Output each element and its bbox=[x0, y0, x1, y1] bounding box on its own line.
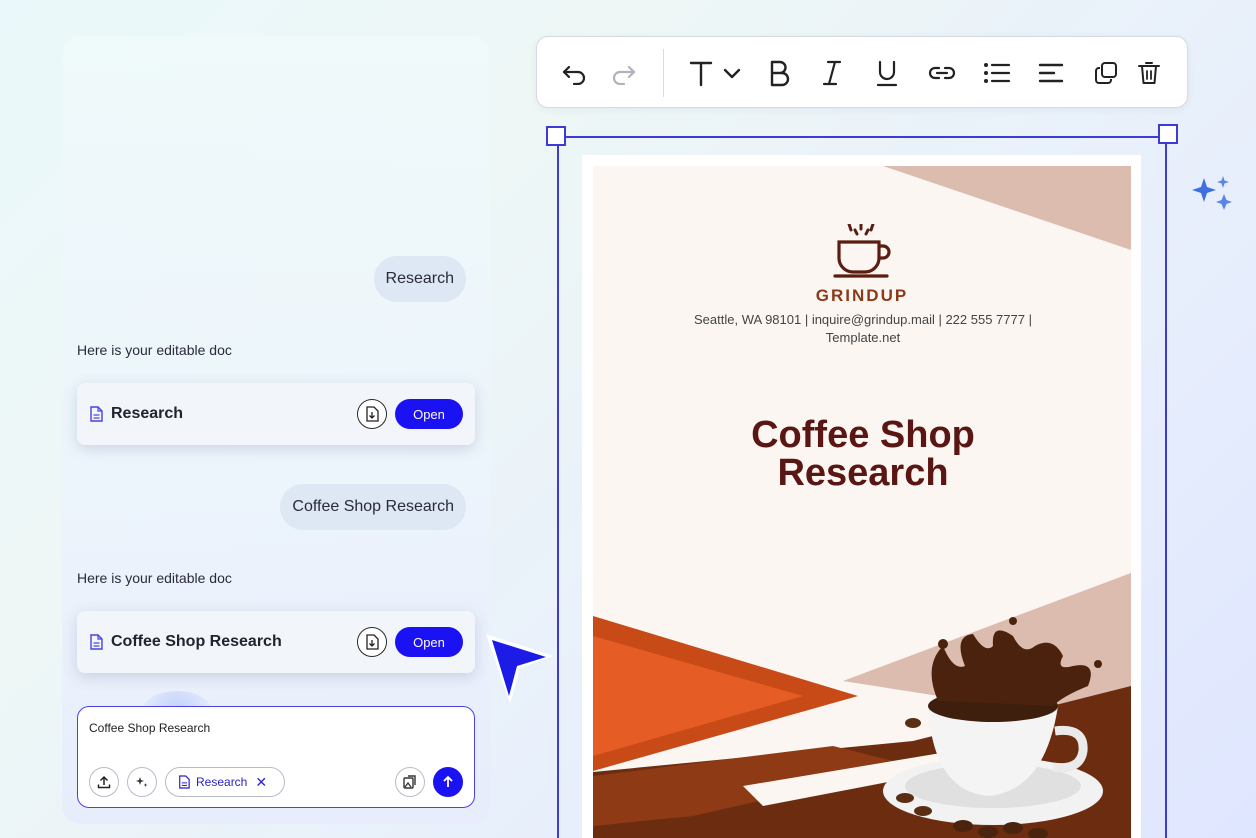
duplicate-icon bbox=[1095, 62, 1117, 84]
open-button[interactable]: Open bbox=[395, 399, 463, 429]
sparkle-icon bbox=[136, 777, 148, 787]
open-button[interactable]: Open bbox=[395, 627, 463, 657]
coffee-cup-logo-icon bbox=[833, 224, 891, 278]
doc-card-title: Research bbox=[111, 405, 184, 422]
title-line-1: Coffee Shop bbox=[751, 414, 975, 456]
bold-icon bbox=[770, 60, 790, 87]
assistant-message: Here is your editable doc bbox=[77, 570, 232, 586]
sparkle-icon bbox=[1190, 176, 1238, 221]
toolbar-divider bbox=[663, 49, 664, 97]
brand-name: GRINDUP bbox=[815, 286, 909, 305]
redo-icon bbox=[612, 65, 636, 85]
user-message-bubble: Coffee Shop Research bbox=[280, 484, 466, 530]
underline-icon bbox=[876, 60, 898, 87]
download-button[interactable] bbox=[357, 627, 387, 657]
contact-info: Seattle, WA 98101 | inquire@grindup.mail… bbox=[653, 311, 1073, 347]
send-button[interactable] bbox=[433, 767, 463, 797]
gallery-button[interactable] bbox=[395, 767, 425, 797]
download-icon bbox=[366, 406, 379, 422]
title-line-2: Research bbox=[777, 452, 949, 494]
delete-button[interactable] bbox=[1133, 57, 1165, 89]
composer[interactable]: Research ✕ bbox=[77, 706, 475, 808]
upload-icon bbox=[97, 775, 111, 789]
link-button[interactable] bbox=[926, 57, 958, 89]
delete-icon bbox=[1138, 62, 1160, 84]
upload-button[interactable] bbox=[89, 767, 119, 797]
list-button[interactable] bbox=[981, 57, 1013, 89]
bold-button[interactable] bbox=[763, 57, 795, 89]
doc-card-title: Coffee Shop Research bbox=[111, 633, 282, 650]
image-icon bbox=[403, 775, 416, 789]
contact-line-1: Seattle, WA 98101 | inquire@grindup.mail… bbox=[694, 312, 1032, 327]
user-message-bubble: Research bbox=[373, 256, 466, 302]
underline-button[interactable] bbox=[871, 57, 903, 89]
editor-toolbar bbox=[536, 36, 1188, 108]
link-icon bbox=[928, 66, 956, 80]
composer-input[interactable] bbox=[89, 721, 459, 735]
duplicate-button[interactable] bbox=[1090, 57, 1122, 89]
assistant-message: Here is your editable doc bbox=[77, 342, 232, 358]
chat-panel: Research Here is your editable doc Resea… bbox=[62, 36, 490, 824]
redo-button[interactable] bbox=[607, 57, 639, 89]
list-icon bbox=[984, 63, 1011, 83]
doc-card[interactable]: Coffee Shop Research Open bbox=[77, 611, 475, 673]
document-icon bbox=[89, 406, 103, 422]
document-icon bbox=[89, 634, 103, 650]
align-left-icon bbox=[1038, 63, 1064, 83]
document-title: Coffee Shop Research bbox=[593, 416, 1131, 492]
undo-icon bbox=[562, 65, 586, 85]
align-button[interactable] bbox=[1035, 57, 1067, 89]
chip-label: Research bbox=[196, 775, 248, 789]
undo-button[interactable] bbox=[559, 57, 591, 89]
contact-line-2: Template.net bbox=[825, 330, 901, 345]
attachment-chip[interactable]: Research ✕ bbox=[165, 767, 285, 797]
magic-button[interactable] bbox=[127, 767, 157, 797]
resize-handle-top-left[interactable] bbox=[546, 126, 566, 146]
text-style-icon bbox=[689, 61, 741, 87]
download-icon bbox=[366, 634, 379, 650]
document-icon bbox=[179, 775, 190, 789]
italic-icon bbox=[822, 60, 842, 86]
resize-handle-top-right[interactable] bbox=[1158, 124, 1178, 144]
italic-button[interactable] bbox=[816, 57, 848, 89]
doc-card[interactable]: Research Open bbox=[77, 383, 475, 445]
download-button[interactable] bbox=[357, 399, 387, 429]
arrow-up-icon bbox=[443, 775, 453, 787]
cursor-pointer-icon bbox=[480, 630, 560, 715]
document-page[interactable]: GRINDUP Seattle, WA 98101 | inquire@grin… bbox=[593, 166, 1131, 838]
text-style-button[interactable] bbox=[683, 57, 747, 89]
close-icon[interactable]: ✕ bbox=[255, 774, 267, 791]
